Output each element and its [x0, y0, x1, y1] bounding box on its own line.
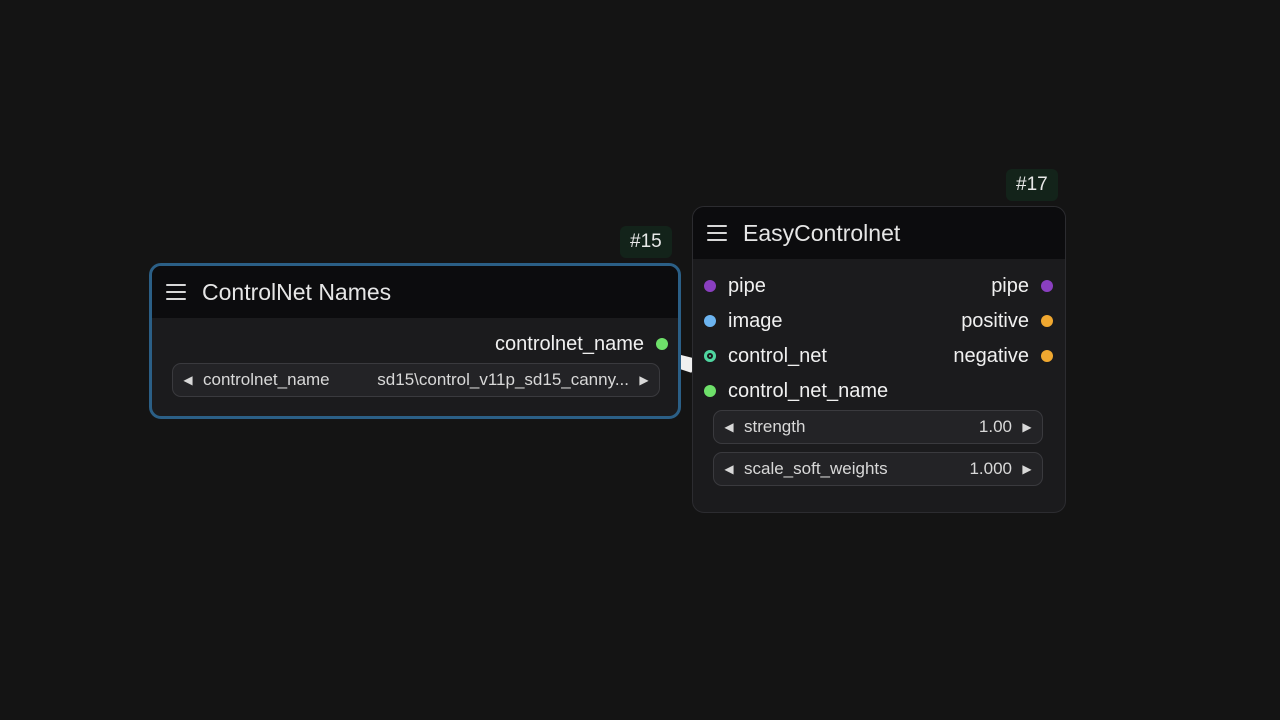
output-slot-label: controlnet_name: [495, 332, 644, 355]
input-slot-label: image: [728, 309, 783, 332]
output-slot-negative[interactable]: negative: [953, 344, 1053, 368]
link-stub: [681, 355, 692, 373]
input-slot-control-net[interactable]: control_net: [704, 344, 827, 368]
node-header[interactable]: EasyControlnet: [693, 207, 1065, 259]
input-slot-pipe[interactable]: pipe: [704, 274, 766, 298]
easy-controlnet-node[interactable]: EasyControlnet pipe image control_net co…: [692, 206, 1066, 513]
strength-number-widget[interactable]: ◀ strength 1.00 ▶: [713, 410, 1043, 444]
node-menu-icon[interactable]: [707, 225, 727, 241]
output-slot-controlnet-name[interactable]: controlnet_name: [495, 332, 668, 356]
decrement-arrow-icon[interactable]: ◀: [173, 373, 203, 387]
increment-arrow-icon[interactable]: ▶: [1012, 420, 1042, 434]
input-slot-label: pipe: [728, 274, 766, 297]
node-title: ControlNet Names: [202, 278, 392, 305]
node-title: EasyControlnet: [743, 219, 901, 246]
input-slot-label: control_net: [728, 344, 827, 367]
output-slot-pipe[interactable]: pipe: [991, 274, 1053, 298]
output-connector-dot[interactable]: [1041, 280, 1053, 292]
node-graph-canvas[interactable]: #15 ControlNet Names controlnet_name ◀ c…: [0, 0, 1280, 720]
output-slot-label: negative: [953, 344, 1029, 367]
controlnet-name-combo[interactable]: ◀ controlnet_name sd15\control_v11p_sd15…: [172, 363, 660, 397]
output-slot-label: positive: [961, 309, 1029, 332]
increment-arrow-icon[interactable]: ▶: [1012, 462, 1042, 476]
widget-value: 1.000: [969, 459, 1012, 478]
node-id-badge-15: #15: [620, 226, 672, 258]
widget-label: controlnet_name: [203, 370, 330, 389]
input-connector-dot[interactable]: [704, 385, 716, 397]
node-menu-icon[interactable]: [166, 284, 186, 300]
input-slot-label: control_net_name: [728, 379, 889, 402]
output-connector-dot[interactable]: [1041, 350, 1053, 362]
scale-soft-weights-number-widget[interactable]: ◀ scale_soft_weights 1.000 ▶: [713, 452, 1043, 486]
widget-value: sd15\control_v11p_sd15_canny...: [377, 370, 629, 389]
connected-input-dot[interactable]: [704, 350, 716, 362]
input-connector-dot[interactable]: [704, 315, 716, 327]
node-id-badge-17: #17: [1006, 169, 1058, 201]
input-connector-dot[interactable]: [704, 280, 716, 292]
controlnet-names-node[interactable]: ControlNet Names controlnet_name ◀ contr…: [149, 263, 681, 419]
input-slot-image[interactable]: image: [704, 309, 782, 333]
decrement-arrow-icon[interactable]: ◀: [714, 420, 744, 434]
output-slot-label: pipe: [991, 274, 1029, 297]
decrement-arrow-icon[interactable]: ◀: [714, 462, 744, 476]
output-connector-dot[interactable]: [656, 338, 668, 350]
widget-label: strength: [744, 417, 806, 436]
output-connector-dot[interactable]: [1041, 315, 1053, 327]
output-slot-positive[interactable]: positive: [961, 309, 1053, 333]
increment-arrow-icon[interactable]: ▶: [629, 373, 659, 387]
input-slot-control-net-name[interactable]: control_net_name: [704, 379, 888, 403]
widget-label: scale_soft_weights: [744, 459, 888, 478]
node-header[interactable]: ControlNet Names: [152, 266, 678, 318]
widget-value: 1.00: [978, 417, 1012, 436]
